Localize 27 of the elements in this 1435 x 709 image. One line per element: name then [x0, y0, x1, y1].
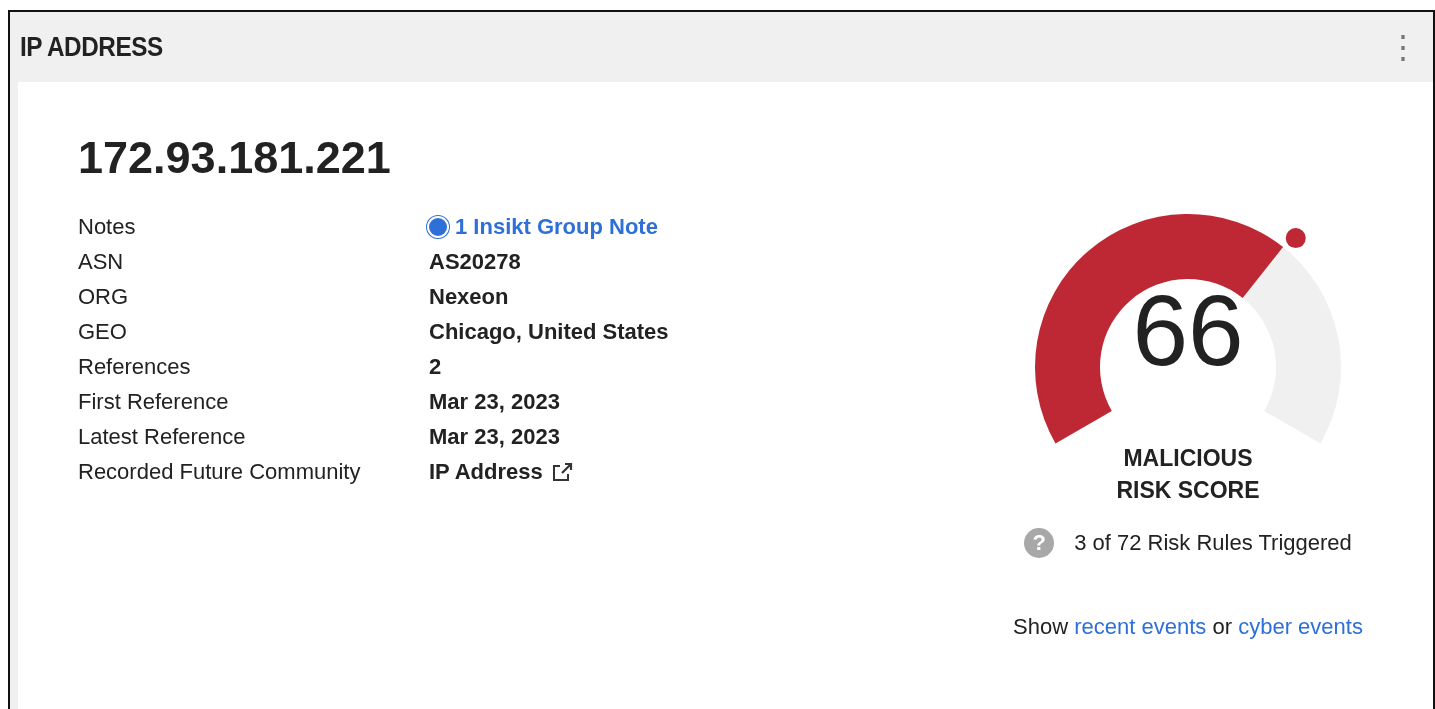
- risk-score: 66: [1131, 280, 1245, 380]
- detail-value: Mar 23, 2023: [429, 424, 561, 450]
- detail-label: ASN: [78, 249, 125, 275]
- community-link[interactable]: IP Address: [429, 459, 543, 485]
- detail-value: Nexeon: [429, 284, 510, 310]
- detail-label: References: [78, 354, 192, 380]
- detail-value: 2: [429, 354, 443, 380]
- events-sentence: Show recent events or cyber events: [1013, 614, 1363, 641]
- panel-title: IP ADDRESS: [20, 31, 163, 63]
- detail-label: ORG: [78, 284, 130, 310]
- ip-address-heading: 172.93.181.221: [78, 132, 392, 184]
- detail-label: GEO: [78, 319, 128, 345]
- detail-label: First Reference: [78, 389, 230, 415]
- note-link[interactable]: 1 Insikt Group Note: [429, 214, 658, 240]
- recent-events-link[interactable]: recent events: [1074, 614, 1207, 640]
- detail-value: Chicago, United States: [429, 319, 670, 345]
- detail-label: Latest Reference: [78, 424, 247, 450]
- menu-button[interactable]: ⋮: [1383, 31, 1423, 63]
- detail-label: Recorded Future Community: [78, 459, 362, 485]
- note-dot-icon: [429, 218, 447, 236]
- risk-score-label: MALICIOUS RISK SCORE: [1116, 444, 1260, 506]
- risk-rules-text: 3 of 72 Risk Rules Triggered: [1074, 530, 1352, 557]
- cyber-events-link[interactable]: cyber events: [1238, 614, 1363, 640]
- detail-label: Notes: [78, 214, 137, 240]
- external-link-icon: [550, 462, 573, 482]
- detail-value: AS20278: [429, 249, 522, 275]
- detail-value: Mar 23, 2023: [429, 389, 561, 415]
